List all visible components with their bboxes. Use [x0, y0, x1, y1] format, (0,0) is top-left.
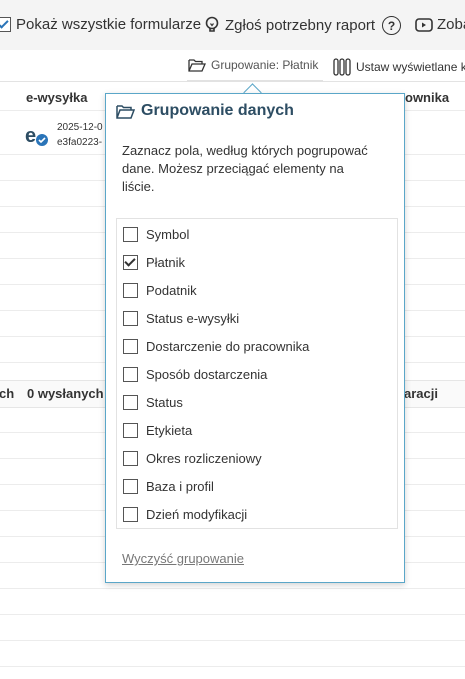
option-label: Status — [146, 394, 183, 410]
list-item[interactable]: Etykieta — [123, 422, 192, 438]
e-delivery-info: 2025-12-0 e3fa0223- — [57, 120, 107, 150]
column-header-pracownika[interactable]: ownika — [405, 90, 449, 105]
e-delivery-sent-icon: e — [25, 124, 49, 148]
list-item[interactable]: Płatnik — [123, 254, 185, 270]
list-item[interactable]: Dzień modyfikacji — [123, 506, 247, 522]
popup-description: Zaznacz pola, według których pogrupować … — [122, 143, 368, 194]
option-label: Dostarczenie do pracownika — [146, 338, 310, 354]
checkbox[interactable] — [123, 254, 138, 270]
report-request-button[interactable]: Zgłoś potrzebny raport — [204, 16, 375, 34]
grouping-label: Grupowanie: Płatnik — [211, 58, 319, 72]
checkbox[interactable] — [123, 310, 138, 326]
help-icon: ? — [382, 16, 401, 35]
checkbox[interactable] — [123, 506, 138, 522]
checkbox[interactable] — [123, 366, 138, 382]
option-label: Płatnik — [146, 254, 186, 270]
e-delivery-date: 2025-12-0 — [57, 122, 103, 133]
grouping-fields-list: Symbol Płatnik Podatnik Status e-wysyłki… — [116, 218, 398, 529]
list-item[interactable]: Baza i profil — [123, 478, 214, 494]
show-all-label: Pokaż wszystkie formularze — [16, 16, 202, 33]
option-label: Baza i profil — [146, 478, 214, 494]
toolbar: Pokaż wszystkie formularze Zgłoś potrzeb… — [0, 0, 465, 51]
see-button[interactable]: Zoba — [415, 16, 465, 33]
option-label: Sposób dostarczenia — [146, 366, 268, 382]
row-divider — [0, 666, 465, 667]
svg-text:e: e — [25, 125, 36, 147]
checkbox[interactable] — [123, 394, 138, 410]
row-divider — [0, 588, 465, 589]
see-label: Zoba — [437, 16, 465, 33]
list-item[interactable]: Status — [123, 394, 183, 410]
summary-declarations-cell: aracji — [404, 386, 438, 401]
option-label: Symbol — [146, 226, 190, 242]
clear-grouping-link[interactable]: Wyczyść grupowanie — [122, 551, 244, 566]
lightbulb-icon — [204, 16, 220, 34]
list-item[interactable]: Podatnik — [123, 282, 197, 298]
option-label: Status e-wysyłki — [146, 310, 240, 326]
help-button[interactable]: ? — [382, 16, 401, 35]
checkbox[interactable] — [123, 450, 138, 466]
option-label: Okres rozliczeniowy — [146, 450, 262, 466]
report-request-label: Zgłoś potrzebny raport — [225, 16, 376, 34]
set-columns-label: Ustaw wyświetlane k — [356, 60, 465, 74]
folder-open-icon — [116, 104, 135, 119]
grouping-popup: Grupowanie danych Zaznacz pola, według k… — [105, 93, 405, 583]
option-label: Podatnik — [146, 282, 197, 298]
popup-title: Grupowanie danych — [141, 102, 294, 119]
columns-icon — [333, 58, 351, 76]
checkbox[interactable] — [123, 338, 138, 354]
list-item[interactable]: Status e-wysyłki — [123, 310, 239, 326]
video-icon — [415, 17, 433, 32]
row-divider — [0, 614, 465, 615]
summary-left-cell: ch — [0, 386, 15, 401]
list-item[interactable]: Symbol — [123, 226, 189, 242]
e-delivery-id: e3fa0223- — [57, 137, 103, 148]
option-label: Etykieta — [146, 422, 193, 438]
checkbox[interactable] — [123, 422, 138, 438]
popup-header: Grupowanie danych — [116, 102, 294, 120]
show-all-checkbox[interactable] — [0, 17, 11, 32]
checkbox[interactable] — [123, 226, 138, 242]
folder-open-icon — [188, 58, 206, 72]
checkbox[interactable] — [123, 282, 138, 298]
options-bar: Grupowanie: Płatnik Ustaw wyświetlane k — [0, 50, 465, 82]
list-item[interactable]: Okres rozliczeniowy — [123, 450, 262, 466]
list-item[interactable]: Sposób dostarczenia — [123, 366, 267, 382]
checkbox[interactable] — [123, 478, 138, 494]
column-header-ewysylka[interactable]: e-wysyłka — [26, 90, 87, 105]
set-columns-button[interactable]: Ustaw wyświetlane k — [333, 58, 465, 76]
option-label: Dzień modyfikacji — [146, 506, 248, 522]
show-all-forms-toggle[interactable]: Pokaż wszystkie formularze — [0, 16, 201, 33]
grouping-button[interactable]: Grupowanie: Płatnik — [188, 58, 318, 72]
summary-sent-count: 0 wysłanych — [27, 386, 104, 401]
row-divider — [0, 640, 465, 641]
list-item[interactable]: Dostarczenie do pracownika — [123, 338, 309, 354]
